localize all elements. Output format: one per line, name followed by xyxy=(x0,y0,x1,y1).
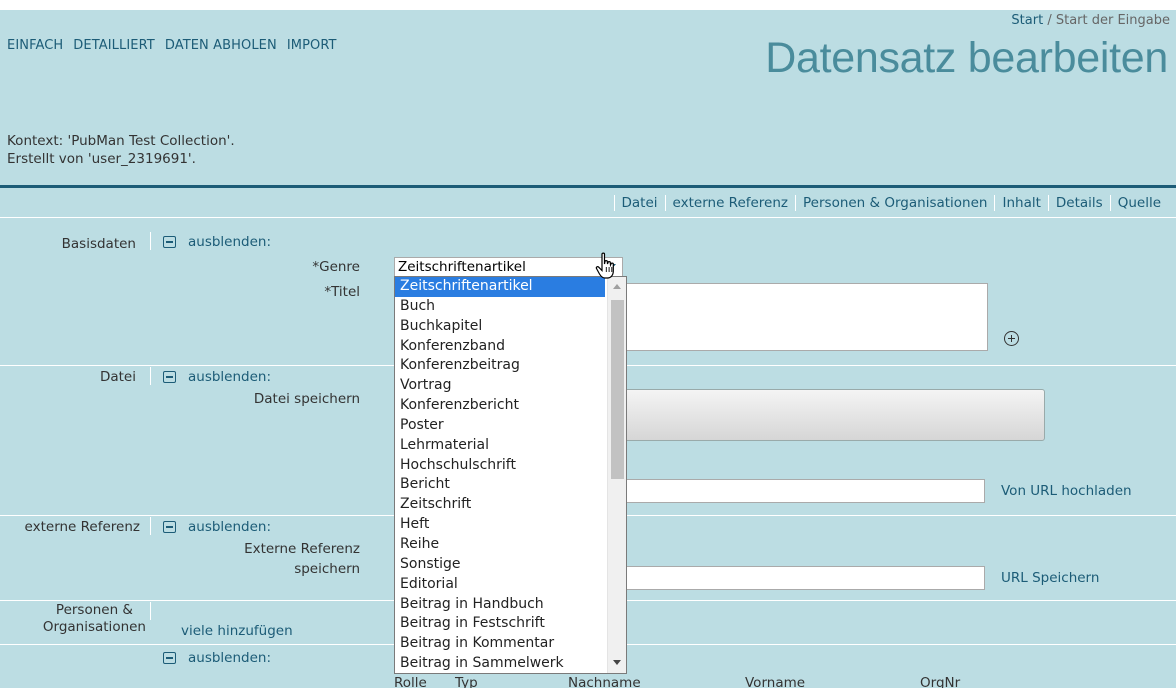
section-link-quelle[interactable]: Quelle xyxy=(1109,195,1168,211)
section-link-personen[interactable]: Personen & Organisationen xyxy=(795,195,994,211)
nav-einfach[interactable]: EINFACH xyxy=(7,38,63,53)
divider xyxy=(150,232,151,250)
scroll-up-arrow-icon[interactable] xyxy=(613,284,621,289)
hand-cursor-icon xyxy=(595,252,614,279)
section-link-externe-referenz[interactable]: externe Referenz xyxy=(664,195,795,211)
extref-toggle[interactable]: ausblenden: xyxy=(163,519,271,535)
creator-line: Erstellt von 'user_2319691'. xyxy=(7,151,196,167)
scroll-down-arrow-icon[interactable] xyxy=(613,660,621,665)
genre-option[interactable]: Buchkapitel xyxy=(395,317,605,337)
genre-option[interactable]: Buch xyxy=(395,297,605,317)
toggle-label: ausblenden: xyxy=(188,650,272,666)
add-title-icon[interactable] xyxy=(1004,331,1019,346)
genre-select[interactable]: Zeitschriftenartikel xyxy=(394,257,623,277)
collapse-icon xyxy=(163,371,176,383)
column-header-typ: Typ xyxy=(455,675,478,688)
datei-label: Datei xyxy=(99,369,136,385)
genre-option[interactable]: Lehrmaterial xyxy=(395,436,605,456)
persons-label: Personen & Organisationen xyxy=(43,602,146,636)
nav-detailliert[interactable]: DETAILLIERT xyxy=(73,38,155,53)
genre-option[interactable]: Konferenzband xyxy=(395,337,605,357)
toggle-label: ausblenden: xyxy=(188,234,272,250)
collapse-icon xyxy=(163,521,176,533)
genre-option[interactable]: Zeitschriftenartikel xyxy=(395,277,605,297)
basisdaten-toggle[interactable]: ausblenden: xyxy=(163,234,271,250)
genre-option[interactable]: Beitrag in Festschrift xyxy=(395,614,605,634)
context-line: Kontext: 'PubMan Test Collection'. xyxy=(7,133,235,149)
genre-option[interactable]: Heft xyxy=(395,515,605,535)
toggle-label: ausblenden: xyxy=(188,369,272,385)
title-label: *Titel xyxy=(324,284,360,300)
extref-label: externe Referenz xyxy=(24,519,140,535)
section-links: Datei externe Referenz Personen & Organi… xyxy=(613,195,1168,211)
column-header-vorname: Vorname xyxy=(745,675,806,688)
genre-option[interactable]: Konferenzbeitrag xyxy=(395,356,605,376)
genre-option[interactable]: Hochschulschrift xyxy=(395,456,605,476)
genre-label: *Genre xyxy=(312,259,360,275)
genre-option[interactable]: Vortrag xyxy=(395,376,605,396)
genre-option[interactable]: Beitrag in Sammelwerk xyxy=(395,654,605,673)
section-link-details[interactable]: Details xyxy=(1047,195,1110,211)
column-header-nachname: Nachname xyxy=(568,675,641,688)
persons-label-line1: Personen & xyxy=(55,602,133,618)
persons-toggle[interactable]: ausblenden: xyxy=(163,650,271,666)
scrollbar-thumb[interactable] xyxy=(611,300,624,479)
column-header-rolle: Rolle xyxy=(394,675,427,688)
nav-daten-abholen[interactable]: DATEN ABHOLEN xyxy=(165,38,277,53)
context-info: Kontext: 'PubMan Test Collection'. Erste… xyxy=(7,132,235,168)
breadcrumb-start[interactable]: Start xyxy=(1011,13,1043,28)
dropdown-scrollbar[interactable] xyxy=(607,277,626,673)
toggle-label: ausblenden: xyxy=(188,519,272,535)
datei-toggle[interactable]: ausblenden: xyxy=(163,369,271,385)
collapse-icon xyxy=(163,652,176,664)
datei-save-label: Datei speichern xyxy=(253,391,360,407)
extref-url-input[interactable] xyxy=(620,566,985,590)
file-upload-button[interactable] xyxy=(610,389,1045,441)
persons-label-line2: Organisationen xyxy=(42,619,146,635)
file-url-input[interactable] xyxy=(620,479,985,503)
basisdaten-label: Basisdaten xyxy=(61,236,136,252)
section-nav-bar: Datei externe Referenz Personen & Organi… xyxy=(0,188,1176,218)
section-link-datei[interactable]: Datei xyxy=(613,195,665,211)
genre-option[interactable]: Reihe xyxy=(395,535,605,555)
breadcrumb-separator: / xyxy=(1043,13,1056,28)
page-title: Datensatz bearbeiten xyxy=(765,34,1168,82)
divider xyxy=(150,367,151,385)
genre-option[interactable]: Poster xyxy=(395,416,605,436)
divider xyxy=(150,517,151,535)
genre-option[interactable]: Bericht xyxy=(395,475,605,495)
genre-option[interactable]: Konferenzbericht xyxy=(395,396,605,416)
top-navigation: EINFACH DETAILLIERT DATEN ABHOLEN IMPORT xyxy=(7,38,337,53)
genre-option[interactable]: Zeitschrift xyxy=(395,495,605,515)
genre-option[interactable]: Editorial xyxy=(395,575,605,595)
genre-selected-value: Zeitschriftenartikel xyxy=(398,259,526,275)
upload-from-url-button[interactable]: Von URL hochladen xyxy=(1001,483,1132,499)
nav-import[interactable]: IMPORT xyxy=(287,38,337,53)
genre-option[interactable]: Beitrag in Handbuch xyxy=(395,595,605,615)
divider xyxy=(150,602,151,620)
breadcrumb: Start / Start der Eingabe xyxy=(1011,13,1170,28)
genre-option[interactable]: Beitrag in Kommentar xyxy=(395,634,605,654)
breadcrumb-current: Start der Eingabe xyxy=(1055,13,1170,28)
extref-save-label-1: Externe Referenz xyxy=(244,541,360,557)
title-textarea[interactable] xyxy=(610,283,988,351)
genre-option[interactable]: Sonstige xyxy=(395,555,605,575)
save-url-button[interactable]: URL Speichern xyxy=(1001,570,1099,586)
genre-dropdown-list[interactable]: Zeitschriftenartikel Buch Buchkapitel Ko… xyxy=(394,276,627,674)
multi-add-link[interactable]: viele hinzufügen xyxy=(181,623,293,639)
collapse-icon xyxy=(163,236,176,248)
section-link-inhalt[interactable]: Inhalt xyxy=(994,195,1047,211)
column-header-orgnr: OrgNr xyxy=(920,675,961,688)
extref-save-label-2: speichern xyxy=(294,561,360,577)
